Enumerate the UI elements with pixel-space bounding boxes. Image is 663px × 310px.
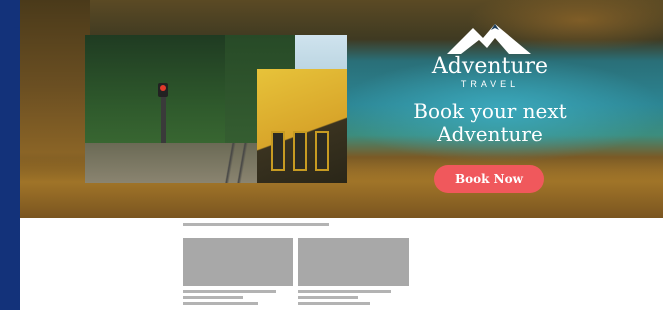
placeholder-text-line <box>298 296 358 299</box>
placeholder-text-line <box>183 290 276 293</box>
left-frame-edge <box>0 0 34 310</box>
placeholder-heading-line <box>183 223 329 226</box>
headline-line-2: Adventure <box>437 122 543 146</box>
brand-title: Adventure <box>431 54 549 79</box>
photo-rail-track <box>205 143 265 183</box>
book-now-button[interactable]: Book Now <box>434 165 544 193</box>
hero-headline: Book your next Adventure <box>380 100 600 146</box>
placeholder-text-line <box>298 302 370 305</box>
placeholder-card-image <box>183 238 293 286</box>
train-window <box>271 131 285 171</box>
placeholder-card-image <box>298 238 409 286</box>
placeholder-text-line <box>298 290 391 293</box>
placeholder-text-line <box>183 296 243 299</box>
brand-subtitle: TRAVEL <box>460 79 520 89</box>
mountain-logo-icon <box>447 24 531 54</box>
brand-logo: Adventure TRAVEL <box>20 18 663 98</box>
train-window <box>293 131 307 171</box>
hero-banner: Adventure TRAVEL Book your next Adventur… <box>20 0 663 218</box>
placeholder-text-line <box>183 302 258 305</box>
train-window <box>315 131 329 171</box>
headline-line-1: Book your next <box>413 99 567 123</box>
